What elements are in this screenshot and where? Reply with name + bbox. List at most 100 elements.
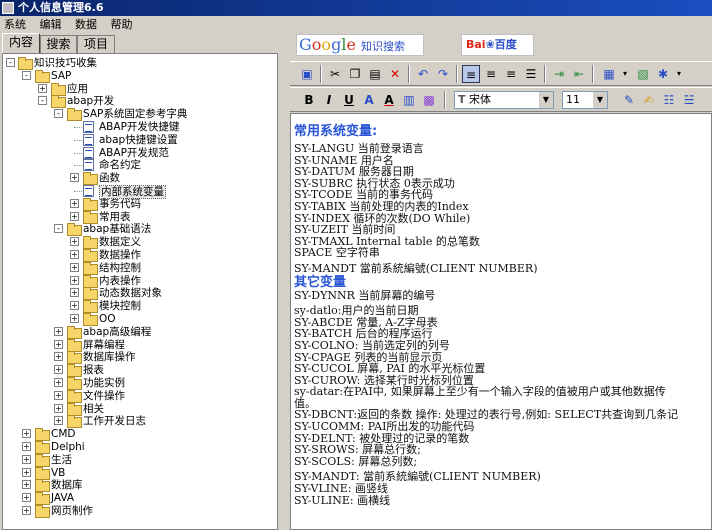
tree-item[interactable]: + 数据库操作 — [3, 351, 273, 365]
image-icon[interactable]: ▧ — [634, 65, 652, 83]
redo-icon[interactable]: ↷ — [434, 65, 452, 83]
paste-icon[interactable]: ▤ — [366, 65, 384, 83]
tab-project[interactable]: 项目 — [77, 35, 115, 53]
tree-item[interactable]: + 事务代码 — [3, 197, 273, 211]
expand-icon[interactable]: + — [22, 467, 31, 477]
tree-item[interactable]: + 结构控制 — [3, 261, 273, 275]
knowledge-tree[interactable]: - 知识技巧收集 - SAP + 应用 - abap开发 - SAP系统固定参考字典 ABAP开… — [2, 53, 278, 530]
tree-item[interactable]: + 工作开发日志 — [3, 415, 273, 429]
menu-help[interactable]: 帮助 — [107, 16, 139, 33]
tree-item[interactable]: + 函数 — [3, 172, 273, 186]
chevron-down-icon[interactable]: ▼ — [593, 92, 607, 108]
expand-icon[interactable]: + — [54, 326, 63, 336]
tree-item[interactable]: + 数据定义 — [3, 236, 273, 250]
collapse-icon[interactable]: - — [22, 70, 31, 80]
tree-item[interactable]: ABAP开发快捷键 — [3, 121, 273, 133]
expand-icon[interactable]: + — [22, 493, 31, 503]
menu-system[interactable]: 系统 — [0, 16, 32, 33]
expand-icon[interactable]: + — [70, 314, 79, 323]
expand-icon[interactable]: + — [70, 262, 79, 272]
expand-icon[interactable]: + — [70, 301, 79, 311]
expand-icon[interactable]: + — [38, 83, 47, 93]
tree-item[interactable]: abap快捷键设置 — [3, 133, 273, 146]
expand-icon[interactable]: + — [54, 403, 63, 413]
tree-item[interactable]: + 屏幕编程 — [3, 338, 273, 352]
tree-item[interactable]: + 常用表 — [3, 210, 273, 224]
tree-item[interactable]: + 生活 — [3, 453, 273, 467]
expand-icon[interactable]: + — [54, 365, 63, 375]
google-search-button[interactable]: Google 知识搜索 — [296, 34, 424, 56]
menu-data[interactable]: 数据 — [71, 16, 103, 33]
tree-item[interactable]: + 内表操作 — [3, 274, 273, 288]
tree-item[interactable]: + CMD — [3, 428, 273, 442]
menu-edit[interactable]: 编辑 — [36, 16, 68, 33]
tree-item[interactable]: + 报表 — [3, 364, 273, 378]
expand-icon[interactable]: + — [54, 416, 63, 426]
font-family-select[interactable]: T 宋体 ▼ — [454, 91, 554, 109]
collapse-icon[interactable]: - — [54, 109, 63, 119]
tree-item[interactable]: - abap开发 — [3, 95, 273, 109]
tree-item[interactable]: + 网页制作 — [3, 505, 273, 518]
underline-button[interactable]: U — [340, 91, 358, 109]
tree-item[interactable]: ABAP开发规范 — [3, 146, 273, 159]
expand-icon[interactable]: + — [22, 480, 31, 490]
clear-format-icon[interactable]: ▥ — [400, 91, 418, 109]
color-palette-icon[interactable]: ▩ — [420, 91, 438, 109]
tree-item[interactable]: + JAVA — [3, 492, 273, 506]
collapse-icon[interactable]: - — [6, 58, 15, 67]
tree-item[interactable]: - SAP系统固定参考字典 — [3, 108, 273, 122]
pane-splitter[interactable] — [280, 33, 286, 530]
tab-search[interactable]: 搜索 — [40, 35, 77, 53]
delete-icon[interactable]: ✕ — [386, 65, 404, 83]
tree-item[interactable]: + OO — [3, 313, 273, 326]
bold-button[interactable]: B — [300, 91, 318, 109]
expand-icon[interactable]: + — [70, 173, 79, 183]
expand-icon[interactable]: + — [70, 211, 79, 221]
italic-button[interactable]: I — [320, 91, 338, 109]
chevron-down-icon[interactable]: ▾ — [670, 65, 688, 83]
note-icon[interactable]: ✍ — [640, 91, 658, 109]
baidu-search-button[interactable]: Bai❀百度 — [461, 34, 534, 56]
numbered-list-icon[interactable]: ☱ — [680, 91, 698, 109]
expand-icon[interactable]: + — [70, 198, 79, 208]
expand-icon[interactable]: + — [70, 288, 79, 298]
expand-icon[interactable]: + — [70, 250, 79, 259]
expand-icon[interactable]: + — [54, 339, 63, 349]
font-color-icon[interactable]: A — [360, 91, 378, 109]
tree-item[interactable]: + 动态数据对象 — [3, 287, 273, 301]
tree-item[interactable]: + VB — [3, 466, 273, 480]
tree-item[interactable]: 内部系统变量 — [3, 185, 273, 199]
expand-icon[interactable]: + — [54, 390, 63, 400]
undo-icon[interactable]: ↶ — [414, 65, 432, 83]
format-painter-icon[interactable]: ✎ — [620, 91, 638, 109]
save-icon[interactable]: ▣ — [298, 65, 316, 83]
expand-icon[interactable]: + — [22, 506, 31, 515]
align-left-icon[interactable]: ≡ — [462, 65, 480, 83]
tab-content[interactable]: 内容 — [2, 33, 40, 53]
indent-icon[interactable]: ⇥ — [550, 65, 568, 83]
font-size-select[interactable]: 11 ▼ — [562, 91, 608, 109]
collapse-icon[interactable]: - — [54, 224, 63, 234]
tree-item[interactable]: 命名约定 — [3, 159, 273, 172]
expand-icon[interactable]: + — [22, 442, 31, 451]
expand-icon[interactable]: + — [70, 237, 79, 247]
collapse-icon[interactable]: - — [38, 96, 47, 106]
tree-item[interactable]: - SAP — [3, 69, 273, 83]
tree-item[interactable]: + 功能实例 — [3, 377, 273, 390]
tree-item[interactable]: - abap基础语法 — [3, 223, 273, 237]
tree-item[interactable]: + Delphi — [3, 441, 273, 454]
highlight-color-icon[interactable]: A — [380, 91, 398, 109]
expand-icon[interactable]: + — [54, 352, 63, 362]
tree-item[interactable]: + abap高级编程 — [3, 325, 273, 339]
copy-icon[interactable]: ❐ — [346, 65, 364, 83]
chevron-down-icon[interactable]: ▼ — [539, 92, 553, 108]
expand-icon[interactable]: + — [70, 275, 79, 285]
chevron-down-icon[interactable]: ▾ — [616, 65, 634, 83]
justify-icon[interactable]: ☰ — [522, 65, 540, 83]
align-right-icon[interactable]: ≡ — [502, 65, 520, 83]
expand-icon[interactable]: + — [22, 429, 31, 439]
align-center-icon[interactable]: ≡ — [482, 65, 500, 83]
expand-icon[interactable]: + — [22, 454, 31, 464]
bullet-list-icon[interactable]: ☷ — [660, 91, 678, 109]
tree-item[interactable]: + 数据库 — [3, 479, 273, 493]
